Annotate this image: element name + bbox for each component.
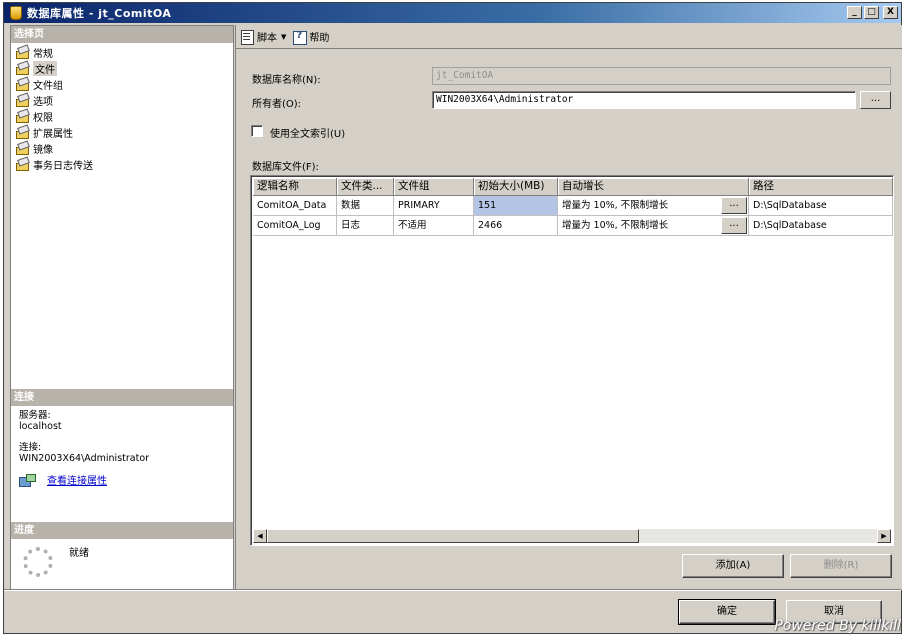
owner-browse-button[interactable]: ...: [860, 91, 891, 109]
window-controls: _ □ X: [847, 6, 898, 19]
connection-value: WIN2003X64\Administrator: [19, 453, 150, 464]
dialog-footer: 确定 取消: [4, 589, 901, 633]
view-connection-properties-link[interactable]: 查看连接属性: [47, 476, 107, 487]
page-item-log-shipping[interactable]: 事务日志传送: [11, 156, 233, 172]
cell-autogrowth[interactable]: 增量为 10%, 不限制增长 ...: [558, 216, 749, 236]
toolbar: 脚本 ▼ 帮助: [236, 25, 902, 49]
column-header-initial-size[interactable]: 初始大小(MB): [474, 178, 558, 196]
page-item-extended-properties[interactable]: 扩展属性: [11, 124, 233, 140]
server-value: localhost: [19, 421, 62, 432]
cell-file-type[interactable]: 数据: [337, 196, 394, 216]
maximize-button[interactable]: □: [864, 6, 879, 19]
add-button[interactable]: 添加(A): [682, 554, 784, 578]
connection-panel: 服务器: localhost 连接: WIN2003X64\Administra…: [11, 406, 233, 522]
connection-header: 连接: [11, 389, 233, 406]
minimize-button[interactable]: _: [847, 6, 862, 19]
cell-path[interactable]: D:\SqlDatabase: [749, 216, 893, 236]
column-header-logical-name[interactable]: 逻辑名称: [253, 178, 337, 196]
autogrowth-edit-button[interactable]: ...: [721, 217, 747, 234]
progress-header: 进度: [11, 522, 233, 539]
database-properties-window: 数据库属性 - jt_ComitOA _ □ X 选择页 常规 文件 文件组 选…: [3, 2, 902, 634]
column-header-file-type[interactable]: 文件类...: [337, 178, 394, 196]
database-files-grid: 逻辑名称 文件类... 文件组 初始大小(MB) 自动增长 路径 ComitOA…: [250, 175, 894, 546]
table-row[interactable]: ComitOA_Log 日志 不适用 2466 增量为 10%, 不限制增长 .…: [253, 216, 893, 236]
page-list: 常规 文件 文件组 选项 权限 扩展属性 镜像 事务日志传送: [11, 43, 233, 389]
page-icon: [15, 46, 29, 59]
owner-field[interactable]: WIN2003X64\Administrator: [432, 91, 856, 109]
help-icon: [292, 30, 308, 45]
horizontal-scrollbar[interactable]: ◀ ▶: [253, 529, 891, 543]
column-header-path[interactable]: 路径: [749, 178, 893, 196]
autogrowth-edit-button[interactable]: ...: [721, 197, 747, 214]
remove-button[interactable]: 删除(R): [790, 554, 892, 578]
script-button[interactable]: 脚本 ▼: [240, 29, 287, 45]
pages-header: 选择页: [11, 26, 233, 43]
fulltext-label: 使用全文索引(U): [270, 129, 346, 140]
progress-status: 就绪: [69, 548, 89, 559]
db-files-label: 数据库文件(F):: [252, 162, 319, 173]
cell-initial-size[interactable]: 2466: [474, 216, 558, 236]
chevron-down-icon: ▼: [281, 32, 287, 41]
cell-logical-name[interactable]: ComitOA_Data: [253, 196, 337, 216]
cell-autogrowth[interactable]: 增量为 10%, 不限制增长 ...: [558, 196, 749, 216]
connection-properties-icon: [19, 474, 36, 488]
fulltext-checkbox[interactable]: [251, 125, 263, 137]
table-row[interactable]: ComitOA_Data 数据 PRIMARY 151 增量为 10%, 不限制…: [253, 196, 893, 216]
cell-file-type[interactable]: 日志: [337, 216, 394, 236]
grid-header: 逻辑名称 文件类... 文件组 初始大小(MB) 自动增长 路径: [253, 178, 893, 196]
title-bar[interactable]: 数据库属性 - jt_ComitOA _ □ X: [4, 3, 901, 23]
scroll-right-button[interactable]: ▶: [877, 529, 891, 543]
connection-label: 连接:: [19, 442, 42, 453]
db-name-label: 数据库名称(N):: [252, 75, 321, 86]
page-icon: [15, 62, 29, 75]
ok-button[interactable]: 确定: [678, 599, 776, 625]
page-item-options[interactable]: 选项: [11, 92, 233, 108]
cell-initial-size[interactable]: 151: [474, 196, 558, 216]
page-item-filegroups[interactable]: 文件组: [11, 76, 233, 92]
cell-logical-name[interactable]: ComitOA_Log: [253, 216, 337, 236]
server-label: 服务器:: [19, 410, 51, 421]
page-item-mirroring[interactable]: 镜像: [11, 140, 233, 156]
cell-filegroup[interactable]: PRIMARY: [394, 196, 474, 216]
close-button[interactable]: X: [883, 6, 898, 19]
db-name-field: jt_ComitOA: [432, 67, 891, 85]
page-item-general[interactable]: 常规: [11, 44, 233, 60]
column-header-filegroup[interactable]: 文件组: [394, 178, 474, 196]
scroll-left-button[interactable]: ◀: [253, 529, 267, 543]
cell-path[interactable]: D:\SqlDatabase: [749, 196, 893, 216]
page-icon: [15, 142, 29, 155]
page-item-files[interactable]: 文件: [11, 60, 233, 76]
page-item-permissions[interactable]: 权限: [11, 108, 233, 124]
page-icon: [15, 110, 29, 123]
column-header-autogrowth[interactable]: 自动增长: [558, 178, 749, 196]
script-icon: [240, 29, 254, 45]
window-title: 数据库属性 - jt_ComitOA: [27, 7, 172, 20]
page-icon: [15, 126, 29, 139]
page-icon: [15, 158, 29, 171]
view-connection-properties[interactable]: 查看连接属性: [19, 474, 225, 488]
right-pane: 脚本 ▼ 帮助 数据库名称(N): jt_ComitOA 所有者(O): WIN…: [235, 25, 902, 590]
watermark: Powered By killkill: [774, 618, 901, 634]
help-button[interactable]: 帮助: [292, 29, 329, 45]
cell-filegroup[interactable]: 不适用: [394, 216, 474, 236]
page-icon: [15, 78, 29, 91]
owner-label: 所有者(O):: [252, 99, 302, 110]
database-icon: [10, 6, 22, 20]
left-pane: 选择页 常规 文件 文件组 选项 权限 扩展属性 镜像 事务日志传送 连接 服务…: [10, 25, 234, 590]
scroll-thumb[interactable]: [267, 529, 639, 543]
page-icon: [15, 94, 29, 107]
progress-spinner-icon: [23, 547, 53, 577]
